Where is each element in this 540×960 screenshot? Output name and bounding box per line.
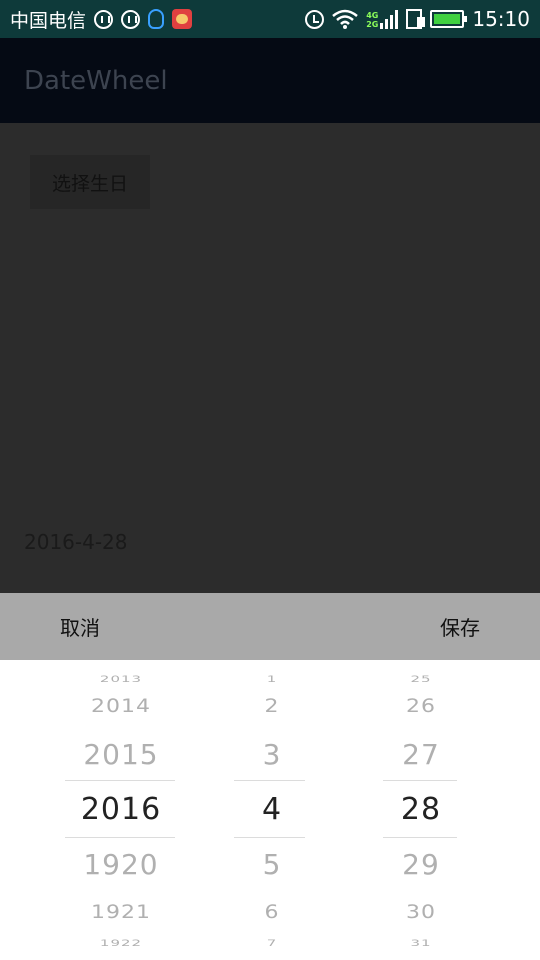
carrier-name: 中国电信 [10, 9, 87, 32]
year-item[interactable]: 1921 [55, 902, 187, 923]
signal-icon: 4G 2G [366, 9, 399, 29]
status-right: 4G 2G 15:10 [305, 7, 530, 31]
day-item[interactable]: 26 [377, 696, 465, 717]
sync-icon [94, 9, 114, 29]
year-selection-line-top [65, 780, 175, 781]
network-type: 4G 2G [366, 11, 378, 29]
month-item[interactable]: 6 [228, 902, 316, 923]
wifi-icon [332, 9, 359, 29]
month-item[interactable]: 3 [228, 738, 316, 771]
app-title: DateWheel [24, 65, 168, 96]
selected-date-text: 2016-4-28 [24, 530, 128, 554]
year-item[interactable]: 2014 [55, 696, 187, 717]
app-bar: DateWheel [0, 38, 540, 123]
picker-action-bar: 取消 保存 [0, 593, 540, 660]
app-icon [172, 9, 193, 29]
year-selection-line-bottom [65, 837, 175, 838]
signal-bar [390, 15, 394, 29]
signal-bar [395, 10, 399, 29]
status-left: 中国电信 [10, 6, 193, 33]
day-item[interactable]: 29 [377, 848, 465, 881]
sim-icon [406, 9, 426, 29]
month-wheel[interactable]: 1 2 3 4 5 6 7 [228, 660, 316, 960]
date-wheel-picker: 2013 2014 2015 2016 1920 1921 1922 1 2 3… [0, 660, 540, 960]
month-item[interactable]: 7 [228, 938, 316, 949]
signal-bar [380, 23, 384, 29]
year-item[interactable]: 2013 [55, 674, 187, 685]
network-2g: 2G [366, 20, 379, 29]
cancel-button[interactable]: 取消 [60, 612, 100, 641]
choose-birthday-button[interactable]: 选择生日 [30, 155, 150, 209]
month-selection-line-bottom [234, 837, 305, 838]
network-4g: 4G [366, 11, 379, 20]
month-item[interactable]: 1 [228, 674, 316, 685]
day-selection-line-bottom [383, 837, 457, 838]
battery-fill [434, 14, 461, 24]
clock: 15:10 [472, 7, 530, 31]
day-item[interactable]: 25 [377, 674, 465, 685]
month-item[interactable]: 2 [228, 696, 316, 717]
month-item[interactable]: 5 [228, 848, 316, 881]
day-wheel[interactable]: 25 26 27 28 29 30 31 [377, 660, 465, 960]
year-item[interactable]: 1922 [55, 938, 187, 949]
save-button[interactable]: 保存 [440, 612, 480, 641]
year-item-selected[interactable]: 2016 [55, 792, 187, 827]
signal-bars [380, 9, 399, 29]
month-selection-line-top [234, 780, 305, 781]
battery-icon [430, 10, 468, 28]
month-item-selected[interactable]: 4 [228, 792, 316, 827]
year-item[interactable]: 2015 [55, 738, 187, 771]
main-content: 选择生日 2016-4-28 [0, 123, 540, 593]
alarm-icon [305, 9, 325, 29]
day-item[interactable]: 27 [377, 738, 465, 771]
qq-icon [148, 9, 165, 29]
status-bar: 中国电信 4G 2G 15:10 [0, 0, 540, 38]
year-item[interactable]: 1920 [55, 848, 187, 881]
day-item-selected[interactable]: 28 [377, 792, 465, 827]
sync-icon [121, 9, 141, 29]
day-item[interactable]: 30 [377, 902, 465, 923]
year-wheel[interactable]: 2013 2014 2015 2016 1920 1921 1922 [55, 660, 187, 960]
day-item[interactable]: 31 [377, 938, 465, 949]
day-selection-line-top [383, 780, 457, 781]
signal-bar [385, 19, 389, 29]
